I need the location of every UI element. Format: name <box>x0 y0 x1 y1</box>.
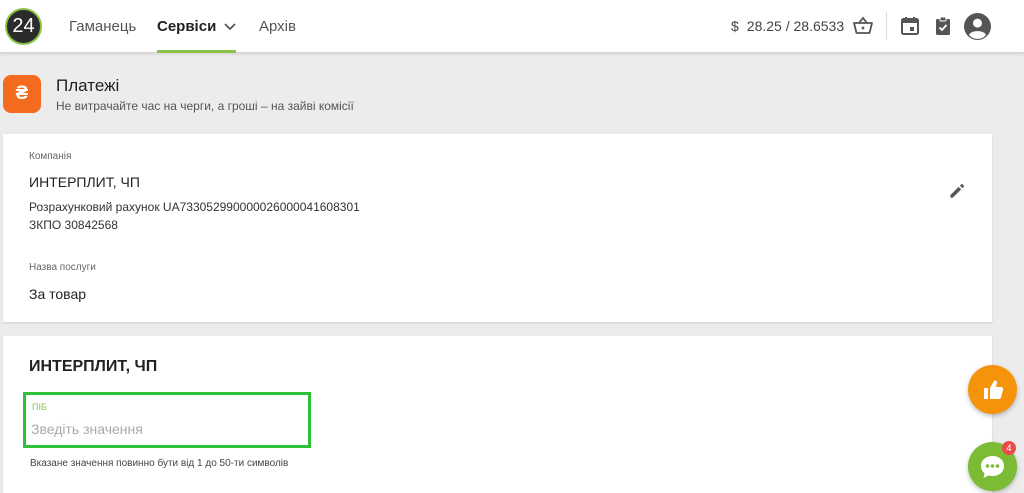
page-title: Платежі <box>56 76 120 95</box>
field-hint: Вказане значення повинно бути від 1 до 5… <box>30 458 289 469</box>
clipboard-check-icon[interactable] <box>931 14 955 38</box>
full-name-label: ПІБ <box>32 402 47 412</box>
feedback-like-button[interactable] <box>968 365 1017 414</box>
exchange-rate: $28.25 / 28.6533 <box>731 0 844 53</box>
thumbs-up-icon <box>984 380 1004 399</box>
user-avatar-icon[interactable] <box>964 13 991 40</box>
nav-services[interactable]: Сервіси <box>157 0 237 53</box>
rate-value: 28.25 / 28.6533 <box>746 18 845 34</box>
edrpou-line: ЗКПО 30842568 <box>29 218 118 232</box>
company-label: Компанія <box>29 151 72 162</box>
full-name-field[interactable]: ПІБ <box>23 392 311 448</box>
edit-pencil-icon[interactable] <box>947 181 967 201</box>
top-bar: 24 Гаманець Сервіси Архів $28.25 / 28.65… <box>0 0 1024 53</box>
service-value: За товар <box>29 286 87 302</box>
edrpou-label: ЗКПО <box>29 218 62 232</box>
company-name: ИНТЕРПЛИТ, ЧП <box>29 174 140 190</box>
nav-services-label: Сервіси <box>157 18 217 35</box>
toolbar-divider <box>886 12 887 40</box>
payments-badge-icon: ₴ <box>3 75 41 113</box>
page-subtitle: Не витрачайте час на черги, а гроші – на… <box>56 99 354 113</box>
company-details-card: Компанія ИНТЕРПЛИТ, ЧП Розрахунковий рах… <box>3 134 992 322</box>
payment-form-card: ИНТЕРПЛИТ, ЧП ПІБ Вказане значення повин… <box>3 336 992 493</box>
basket-icon[interactable] <box>851 14 875 38</box>
service-label: Назва послуги <box>29 262 96 273</box>
privat24-logo[interactable]: 24 <box>5 8 42 45</box>
nav-archive[interactable]: Архів <box>259 0 296 53</box>
account-value: UA733052990000026000041608301 <box>162 200 360 214</box>
form-company-title: ИНТЕРПЛИТ, ЧП <box>29 358 158 375</box>
chat-notification-badge: 4 <box>1002 441 1016 455</box>
currency-symbol: $ <box>731 18 739 34</box>
nav-wallet[interactable]: Гаманець <box>69 0 136 53</box>
full-name-input[interactable] <box>31 421 301 437</box>
calendar-icon[interactable] <box>898 14 922 38</box>
account-label: Розрахунковий рахунок <box>29 200 160 214</box>
account-line: Розрахунковий рахунок UA7330529900000260… <box>29 200 360 214</box>
chevron-down-icon <box>224 23 236 31</box>
edrpou-value: 30842568 <box>64 218 118 232</box>
